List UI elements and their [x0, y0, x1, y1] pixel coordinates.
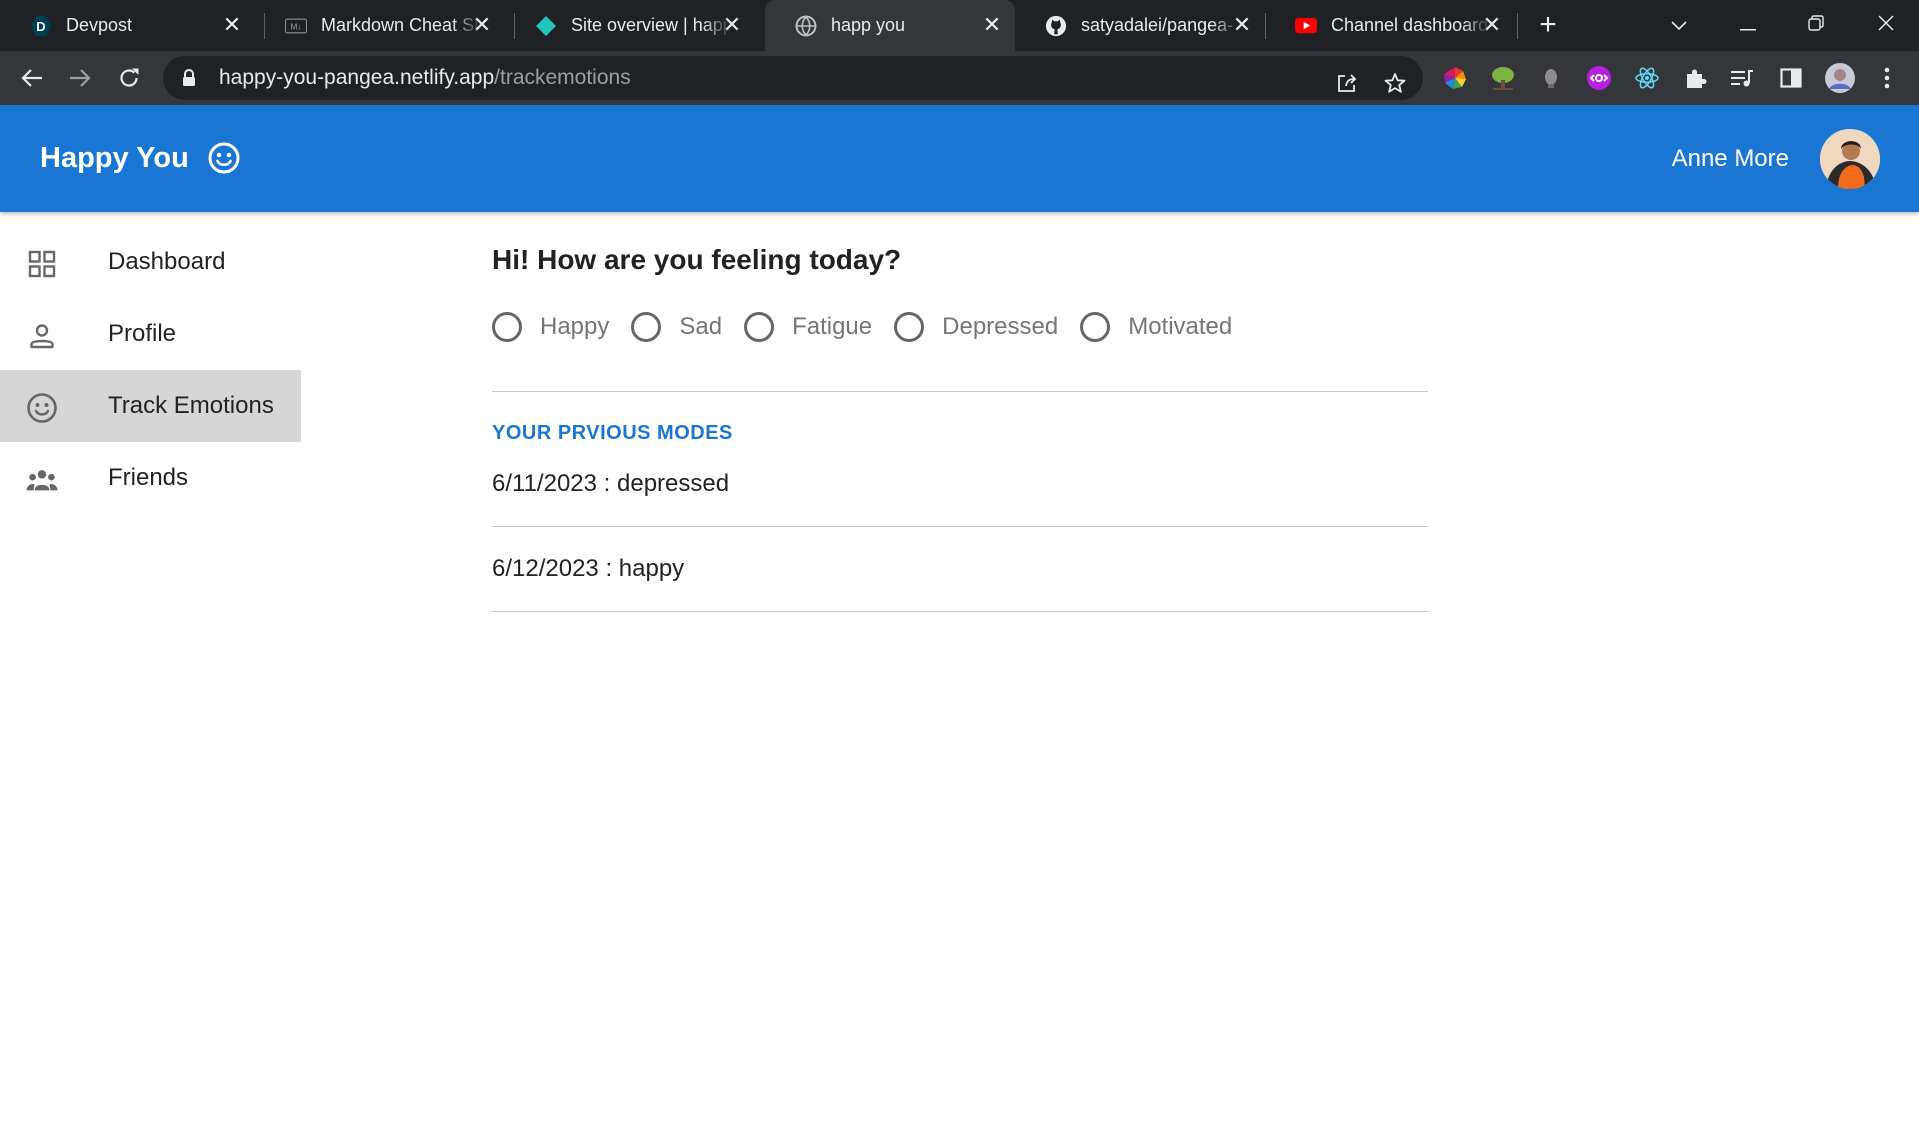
- previous-modes-heading: YOUR PRVIOUS MODES: [492, 422, 733, 444]
- tab-separator: [1517, 13, 1518, 39]
- browser-tab-active[interactable]: happ you ✕: [765, 0, 1015, 51]
- radio-circle[interactable]: [894, 312, 925, 342]
- list-item: 6/11/2023 : depressed: [492, 470, 730, 497]
- browser-toolbar: happy-you-pangea.netlify.app/trackemotio…: [0, 51, 1919, 105]
- react-devtools-icon[interactable]: [1634, 65, 1660, 91]
- browser-tab-youtube[interactable]: Channel dashboard ✕: [1265, 0, 1515, 51]
- address-bar[interactable]: happy-you-pangea.netlify.app/trackemotio…: [163, 56, 1423, 100]
- radio-circle[interactable]: [492, 312, 522, 342]
- bookmark-star-icon[interactable]: [1379, 67, 1411, 99]
- close-icon[interactable]: ✕: [1481, 14, 1503, 36]
- mood-option-happy[interactable]: Happy: [492, 312, 609, 342]
- share-icon[interactable]: [1331, 67, 1363, 99]
- svg-text:D: D: [36, 19, 45, 34]
- sidebar-item-friends[interactable]: Friends: [0, 442, 301, 514]
- url-path: /trackemotions: [494, 66, 631, 89]
- youtube-icon: [1295, 15, 1317, 37]
- side-panel-icon[interactable]: [1778, 65, 1804, 91]
- browser-tab-github[interactable]: satyadalei/pangea- ✕: [1015, 0, 1265, 51]
- mood-option-motivated[interactable]: Motivated: [1080, 312, 1232, 342]
- dashboard-grid-icon: [26, 248, 58, 280]
- app-header: Happy You Anne More: [0, 105, 1919, 212]
- user-name: Anne More: [1671, 145, 1789, 172]
- reload-button[interactable]: [113, 62, 145, 94]
- devpost-icon: D: [30, 15, 52, 37]
- list-item: 6/12/2023 : happy: [492, 555, 685, 582]
- forward-button[interactable]: [64, 62, 96, 94]
- sidebar-item-track-emotions[interactable]: Track Emotions: [0, 370, 301, 442]
- radio-circle[interactable]: [1080, 312, 1111, 342]
- browser-tab-netlify[interactable]: Site overview | happy ✕: [505, 0, 755, 51]
- sidebar-item-label: Profile: [108, 320, 177, 347]
- mood-label: Fatigue: [792, 313, 873, 340]
- app-title: Happy You: [40, 141, 189, 174]
- back-button[interactable]: [16, 62, 48, 94]
- markdown-icon: M↓: [285, 15, 307, 37]
- color-wheel-extension-icon[interactable]: [1442, 65, 1468, 91]
- purple-extension-icon[interactable]: [1586, 65, 1612, 91]
- person-icon: [26, 320, 58, 352]
- netlify-icon: [535, 15, 557, 37]
- close-icon[interactable]: ✕: [471, 14, 493, 36]
- sidebar-item-profile[interactable]: Profile: [0, 298, 301, 370]
- sidebar-item-dashboard[interactable]: Dashboard: [0, 226, 301, 298]
- close-icon[interactable]: ✕: [1231, 14, 1253, 36]
- list-divider: [492, 526, 1428, 527]
- tab-title: Markdown Cheat Sheet: [321, 15, 481, 35]
- restore-window-button[interactable]: [1796, 8, 1836, 42]
- close-icon[interactable]: ✕: [981, 14, 1003, 36]
- mood-option-sad[interactable]: Sad: [631, 312, 722, 342]
- group-icon: [26, 464, 58, 496]
- mood-label: Depressed: [942, 313, 1059, 340]
- mood-radio-group: Happy Sad Fatigue Depressed Motivated: [492, 312, 1254, 342]
- browser-tab-markdown[interactable]: M↓ Markdown Cheat Sheet ✕: [255, 0, 505, 51]
- bulb-extension-icon[interactable]: [1538, 65, 1564, 91]
- url-host: happy-you-pangea.netlify.app: [219, 66, 495, 89]
- media-queue-icon[interactable]: [1729, 65, 1755, 91]
- tab-search-chevron-icon[interactable]: [1659, 8, 1699, 42]
- url-text: happy-you-pangea.netlify.app/trackemotio…: [219, 66, 631, 90]
- svg-text:M↓: M↓: [291, 22, 302, 31]
- globe-icon: [795, 15, 817, 37]
- sidebar-item-label: Dashboard: [108, 248, 226, 275]
- tab-title: satyadalei/pangea-: [1081, 15, 1234, 35]
- sidebar-item-label: Friends: [108, 464, 189, 491]
- mood-label: Happy: [540, 313, 610, 340]
- list-divider: [492, 611, 1428, 612]
- tree-extension-icon[interactable]: [1490, 65, 1516, 91]
- tab-title: Channel dashboard: [1331, 15, 1489, 35]
- close-window-button[interactable]: [1866, 8, 1906, 42]
- close-icon[interactable]: ✕: [721, 14, 743, 36]
- new-tab-button[interactable]: +: [1532, 10, 1564, 42]
- lock-icon: [181, 68, 197, 88]
- close-icon[interactable]: ✕: [221, 14, 243, 36]
- smiley-icon: [26, 392, 58, 424]
- mood-label: Motivated: [1128, 313, 1233, 340]
- tab-title: Site overview | happy: [571, 15, 731, 35]
- more-menu-icon[interactable]: [1874, 65, 1900, 91]
- tab-title: happ you: [831, 15, 906, 35]
- radio-circle[interactable]: [744, 312, 775, 342]
- sidebar: Dashboard Profile Track Emotions Friends: [0, 212, 301, 514]
- radio-circle[interactable]: [631, 312, 662, 342]
- github-icon: [1045, 15, 1067, 37]
- profile-avatar-icon[interactable]: [1824, 62, 1856, 94]
- sidebar-item-label: Track Emotions: [108, 392, 274, 419]
- section-divider: [492, 391, 1428, 392]
- mood-option-depressed[interactable]: Depressed: [894, 312, 1058, 342]
- tab-title: Devpost: [66, 15, 133, 35]
- smiley-icon: [208, 142, 240, 174]
- mood-label: Sad: [679, 313, 723, 340]
- mood-option-fatigue[interactable]: Fatigue: [744, 312, 872, 342]
- browser-tab-strip: D Devpost ✕ M↓ Markdown Cheat Sheet ✕ Si…: [0, 0, 1919, 51]
- browser-tab-devpost[interactable]: D Devpost ✕: [0, 0, 255, 51]
- user-avatar[interactable]: [1820, 129, 1880, 189]
- puzzle-extensions-icon[interactable]: [1683, 65, 1709, 91]
- app-brand[interactable]: Happy You: [40, 141, 241, 175]
- minimize-window-button[interactable]: [1728, 8, 1768, 42]
- page-title: Hi! How are you feeling today?: [492, 244, 902, 275]
